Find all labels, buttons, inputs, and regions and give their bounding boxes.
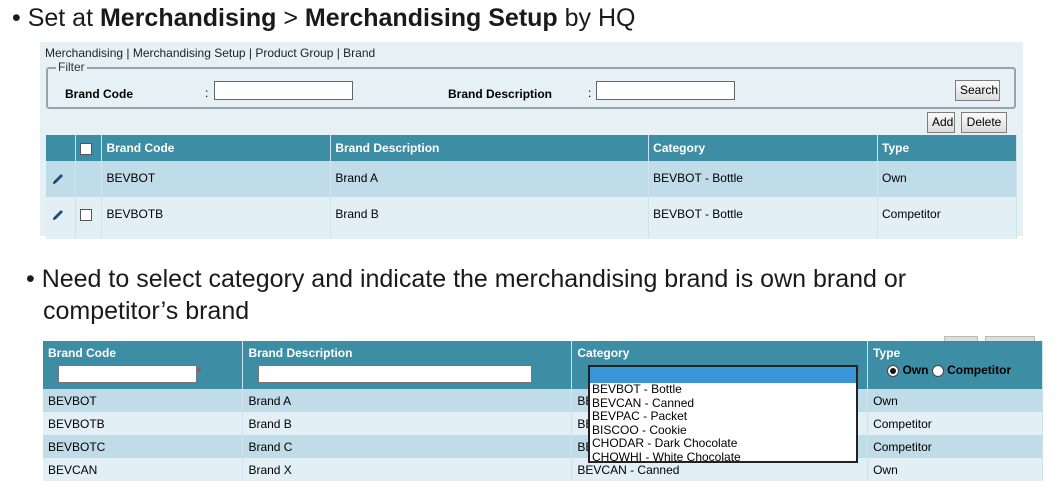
bullet1-bold-setup: Merchandising Setup (304, 4, 558, 32)
table-row[interactable]: BEVBOT Brand A BEVBOT - Bottle Own (46, 161, 1017, 197)
brand-code-colon: : (205, 86, 209, 100)
filter-legend: Filter (56, 60, 87, 74)
own-radio-label: Own (902, 363, 929, 377)
brand-description-header-label: Brand Description (248, 346, 353, 360)
select-all-header (75, 135, 103, 161)
brand-code-cell: BEVCAN (43, 458, 244, 481)
column-header-brand-description: Brand Description (242, 341, 573, 389)
category-option[interactable]: BEVPAC - Packet (590, 409, 856, 424)
brand-edit-table: Brand Code * Brand Description Category … (43, 341, 1043, 481)
brand-list-panel: Merchandising | Merchandising Setup | Pr… (40, 42, 1023, 239)
category-cell: BEVBOT - Bottle (648, 197, 879, 233)
bullet1-prefix: • Set at (12, 4, 100, 32)
search-button[interactable]: Search (955, 80, 1000, 101)
category-dropdown-selected[interactable] (590, 367, 856, 383)
edit-cell (46, 161, 77, 197)
pencil-edit-icon[interactable] (50, 207, 66, 223)
required-marker: * (197, 367, 201, 378)
column-header-type: Type Own Competitor (867, 341, 1043, 389)
delete-button[interactable]: Delete (961, 112, 1007, 133)
brand-description-cell: Brand X (242, 458, 573, 481)
brand-code-cell: BEVBOTC (43, 435, 244, 458)
category-dropdown-list[interactable]: BEVBOT - Bottle BEVCAN - Canned BEVPAC -… (588, 365, 858, 463)
type-cell: Competitor (877, 197, 1017, 233)
brand-description-cell: Brand A (330, 161, 650, 197)
brand-table: Brand Code Brand Description Category Ty… (46, 135, 1017, 239)
column-header-category[interactable]: Category (648, 135, 879, 161)
category-option[interactable]: BISCOO - Cookie (590, 423, 856, 438)
add-button[interactable]: Add (927, 112, 955, 133)
brand-code-cell: BEVBOT (101, 161, 332, 197)
brand-description-filter-label: Brand Description (448, 87, 553, 101)
table-header-row: Brand Code Brand Description Category Ty… (46, 135, 1017, 161)
brand-code-cell: BEVBOTB (43, 412, 244, 435)
brand-description-filter-input[interactable] (596, 81, 735, 100)
brand-description-colon: : (588, 86, 592, 100)
type-cell: Own (877, 161, 1017, 197)
pencil-edit-icon[interactable] (50, 171, 66, 187)
brand-code-header-label: Brand Code (48, 346, 117, 360)
brand-description-cell: Brand A (242, 389, 573, 412)
category-option[interactable]: BEVCAN - Canned (590, 396, 856, 411)
brand-description-cell: Brand C (242, 435, 573, 458)
edit-header-row: Brand Code * Brand Description Category … (43, 341, 1043, 389)
own-radio[interactable] (887, 364, 900, 377)
select-cell (75, 161, 103, 197)
filter-box: Filter Brand Code : Brand Description : … (46, 60, 1016, 109)
table-row[interactable]: BEVCAN Brand X BEVCAN - Canned Own (43, 458, 1043, 481)
table-row-filler (46, 233, 1017, 239)
brand-code-input[interactable] (58, 365, 197, 383)
bullet1-suffix: by HQ (557, 4, 636, 32)
breadcrumb: Merchandising | Merchandising Setup | Pr… (45, 46, 376, 60)
slide-bullet-2: • Need to select category and indicate t… (26, 265, 907, 293)
type-cell: Own (867, 458, 1043, 481)
category-option[interactable]: CHODAR - Dark Chocolate (590, 436, 856, 451)
brand-description-cell: Brand B (330, 197, 650, 233)
table-row[interactable]: BEVBOT Brand A BE Own (43, 389, 1043, 412)
type-header-label: Type (873, 346, 901, 360)
brand-code-cell: BEVBOT (43, 389, 244, 412)
brand-description-cell: Brand B (242, 412, 573, 435)
bullet1-separator: > (276, 4, 305, 32)
category-cell: BEVBOT - Bottle (648, 161, 879, 197)
slide-bullet-2-continuation: competitor’s brand (43, 297, 250, 325)
competitor-radio-label: Competitor (947, 363, 1012, 377)
column-header-type[interactable]: Type (877, 135, 1017, 161)
column-header-brand-code: Brand Code * (43, 341, 244, 389)
category-option[interactable]: CHOWHI - White Chocolate (590, 450, 856, 465)
type-cell: Own (867, 389, 1043, 412)
brand-description-input[interactable] (258, 365, 533, 383)
slide-bullet-1: • Set at Merchandising > Merchandising S… (12, 3, 636, 33)
brand-code-filter-input[interactable] (214, 81, 353, 100)
type-cell: Competitor (867, 412, 1043, 435)
category-header-label: Category (577, 346, 630, 360)
column-header-brand-code[interactable]: Brand Code (101, 135, 332, 161)
column-header-brand-description[interactable]: Brand Description (330, 135, 650, 161)
bullet1-bold-merchandising: Merchandising (99, 4, 277, 32)
select-cell (75, 197, 103, 233)
table-row[interactable]: BEVBOTB Brand B BE Competitor (43, 412, 1043, 435)
type-cell: Competitor (867, 435, 1043, 458)
table-row[interactable]: BEVBOTB Brand B BEVBOT - Bottle Competit… (46, 197, 1017, 233)
type-radio-group: Own Competitor (873, 363, 1037, 377)
brand-code-filter-label: Brand Code (65, 87, 134, 101)
select-all-checkbox[interactable] (80, 142, 93, 155)
competitor-radio[interactable] (931, 364, 944, 377)
category-option[interactable]: BEVBOT - Bottle (590, 382, 856, 397)
brand-code-cell: BEVBOTB (101, 197, 332, 233)
edit-cell (46, 197, 77, 233)
table-row[interactable]: BEVBOTC Brand C BE Competitor (43, 435, 1043, 458)
edit-column-header (46, 135, 77, 161)
row-checkbox[interactable] (80, 208, 93, 221)
brand-edit-grid: Brand Code * Brand Description Category … (43, 341, 1043, 481)
